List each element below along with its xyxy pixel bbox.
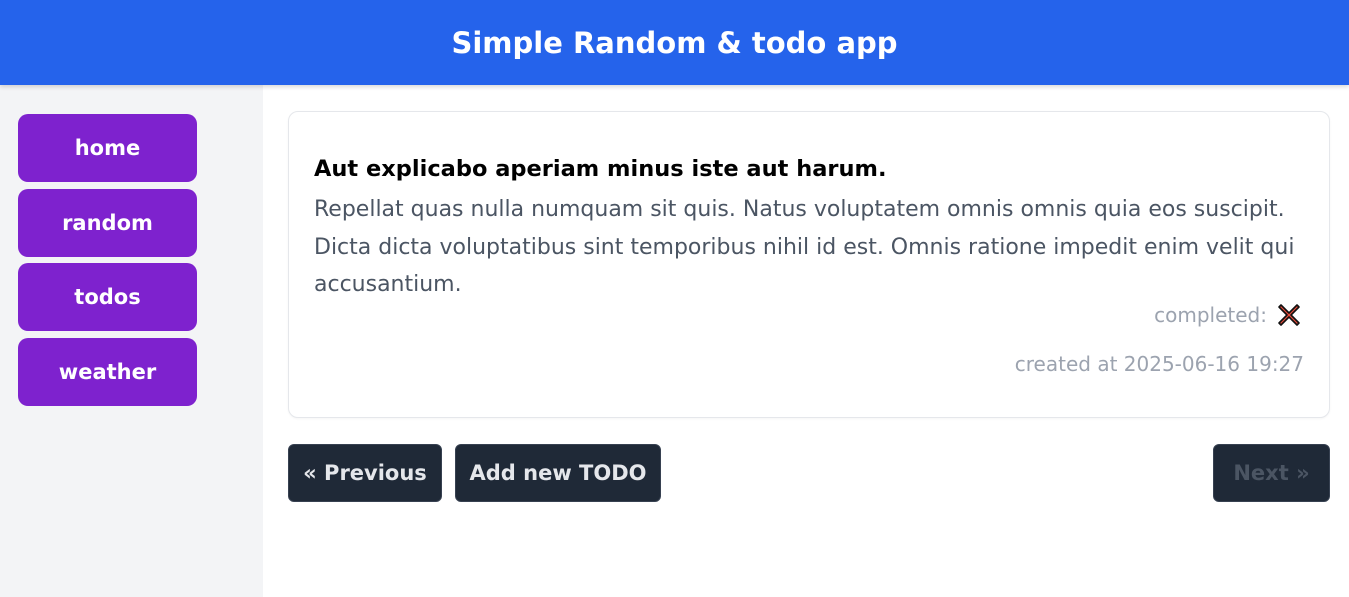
next-button[interactable]: Next » — [1213, 444, 1330, 502]
sidebar: home random todos weather — [0, 85, 263, 597]
sidebar-item-random[interactable]: random — [18, 189, 197, 257]
completed-status: completed: — [1154, 302, 1302, 328]
add-todo-button[interactable]: Add new TODO — [455, 444, 661, 502]
sidebar-item-home[interactable]: home — [18, 114, 197, 182]
todo-card: Aut explicabo aperiam minus iste aut har… — [288, 111, 1330, 418]
previous-button[interactable]: « Previous — [288, 444, 442, 502]
completed-label: completed: — [1154, 303, 1267, 327]
app-header: Simple Random & todo app — [0, 0, 1349, 85]
main-content: Aut explicabo aperiam minus iste aut har… — [263, 85, 1349, 597]
todo-title: Aut explicabo aperiam minus iste aut har… — [314, 156, 887, 182]
cross-mark-icon — [1276, 302, 1302, 328]
sidebar-item-todos[interactable]: todos — [18, 263, 197, 331]
app-title: Simple Random & todo app — [451, 25, 898, 60]
todo-description: Repellat quas nulla numquam sit quis. Na… — [314, 197, 1295, 297]
sidebar-item-weather[interactable]: weather — [18, 338, 197, 406]
created-at-timestamp: created at 2025-06-16 19:27 — [1014, 352, 1304, 376]
